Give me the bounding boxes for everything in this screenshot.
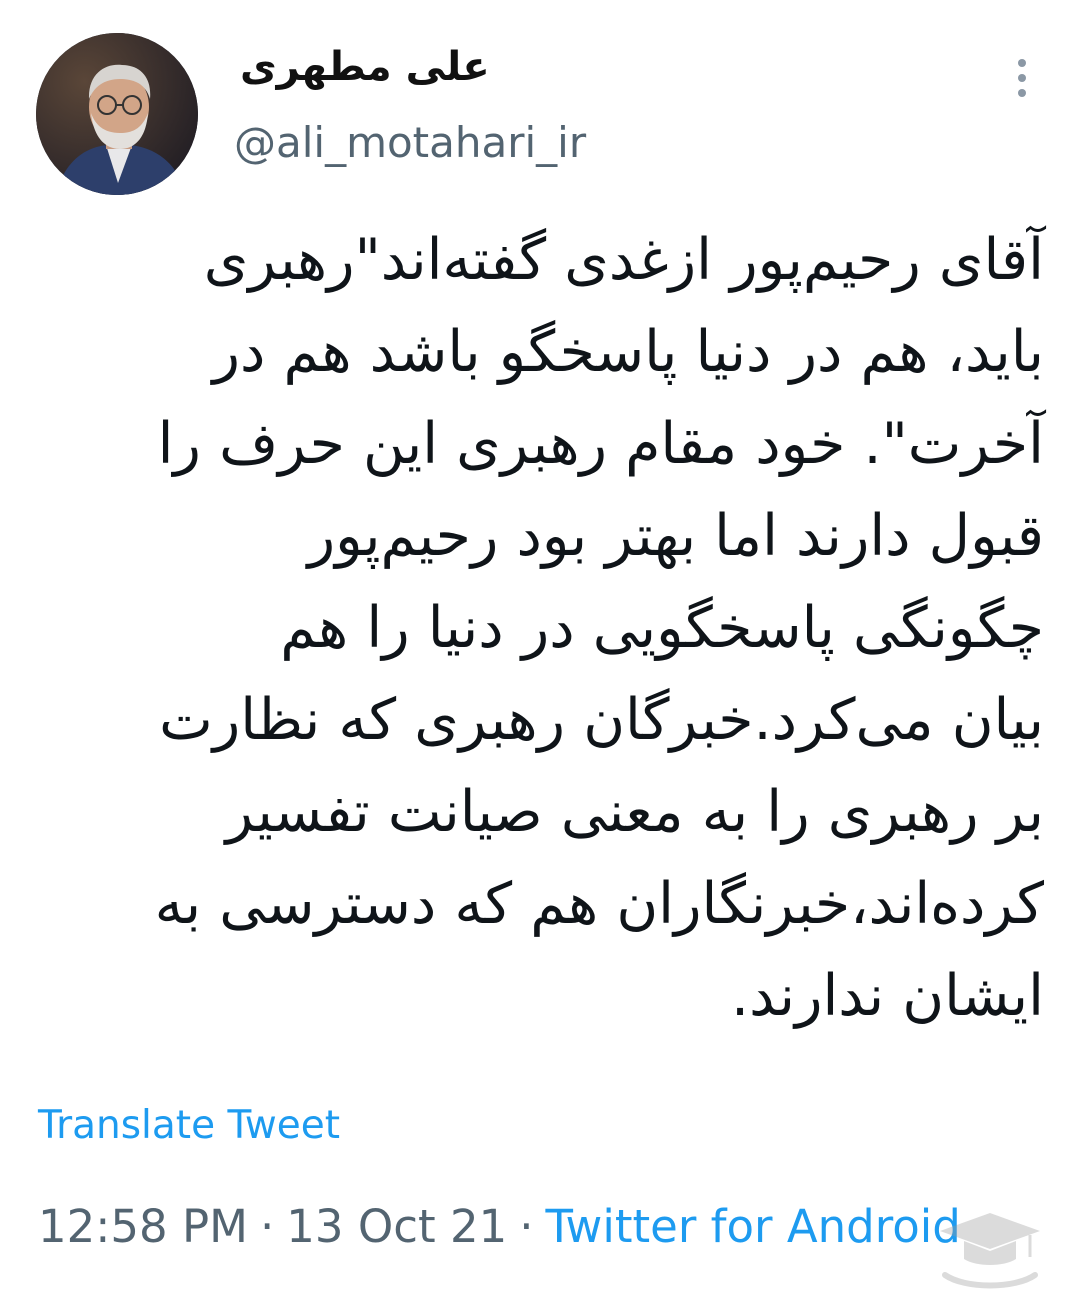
user-handle[interactable]: @ali_motahari_ir [234, 118, 586, 167]
tweet-text-line: آخرت". خود مقام رهبری این حرف را [157, 411, 1044, 477]
avatar[interactable] [36, 33, 198, 195]
tweet-time: 12:58 PM [38, 1200, 248, 1253]
tweet-date[interactable]: 13 Oct 21 [286, 1200, 507, 1253]
tweet-text-line: بر رهبری را به معنی صیانت تفسیر [225, 779, 1044, 845]
display-name[interactable]: علی مطهری [240, 44, 490, 90]
tweet-text-line: کرده‌اند،خبرنگاران هم که دسترسی به [154, 871, 1044, 937]
tweet-text-line: بیان می‌کرد.خبرگان رهبری که نظارت [159, 687, 1044, 753]
tweet-screen: علی مطهری @ali_motahari_ir آقای رحیم‌پور… [0, 0, 1080, 1300]
translate-tweet-link[interactable]: Translate Tweet [38, 1103, 340, 1148]
meta-separator: · [259, 1200, 275, 1253]
tweet-metadata: 12:58 PM · 13 Oct 21 · Twitter for Android [38, 1200, 961, 1253]
watermark-logo-icon [930, 1205, 1050, 1295]
more-vertical-icon[interactable] [1007, 54, 1037, 104]
tweet-text-line: باید، هم در دنیا پاسخگو باشد هم در [212, 319, 1044, 385]
tweet-text-line: قبول دارند اما بهتر بود رحیم‌پور [307, 503, 1044, 569]
tweet-text-line: چگونگی پاسخگویی در دنیا را هم [280, 595, 1044, 661]
tweet-source-link[interactable]: Twitter for Android [546, 1200, 961, 1253]
tweet-text-line: ایشان ندارند. [731, 963, 1044, 1029]
meta-separator: · [519, 1200, 534, 1253]
avatar-photo-icon [36, 33, 198, 195]
tweet-text: آقای رحیم‌پور ازغدی گفته‌اند"رهبری باید،… [30, 214, 1044, 1042]
tweet-text-line: آقای رحیم‌پور ازغدی گفته‌اند"رهبری [203, 227, 1044, 293]
